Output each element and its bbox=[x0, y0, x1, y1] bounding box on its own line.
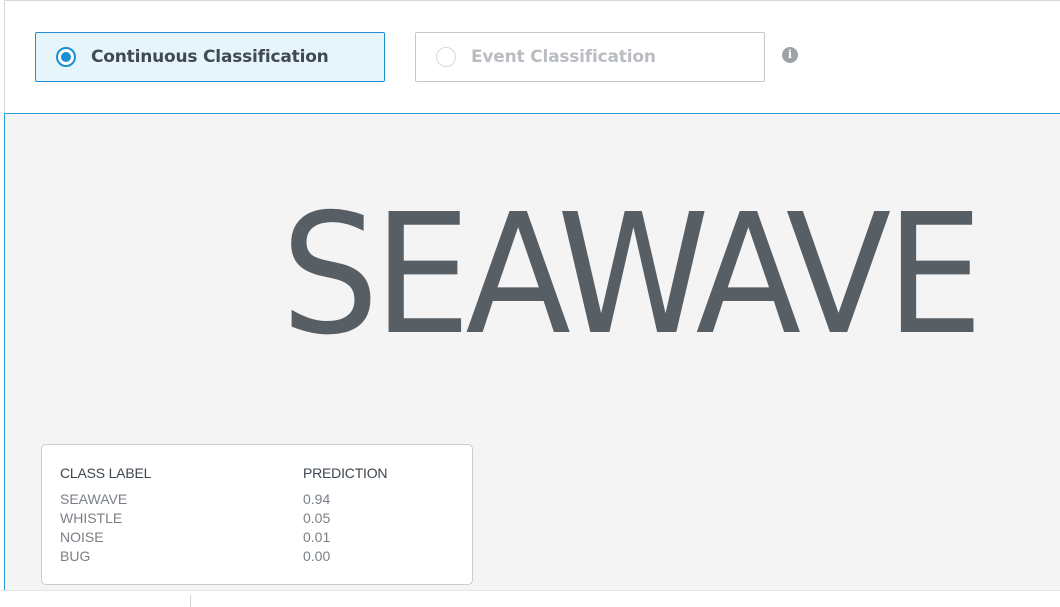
prediction-rows: SEAWAVE 0.94 WHISTLE 0.05 NOISE 0.01 BUG… bbox=[60, 491, 460, 567]
table-row: NOISE 0.01 bbox=[60, 529, 460, 548]
class-label-cell: NOISE bbox=[60, 529, 104, 545]
table-row: BUG 0.00 bbox=[60, 548, 460, 567]
class-label-header: CLASS LABEL bbox=[60, 465, 152, 481]
class-label-cell: BUG bbox=[60, 548, 91, 564]
class-label-cell: WHISTLE bbox=[60, 510, 123, 526]
prediction-cell: 0.05 bbox=[303, 510, 331, 526]
event-classification-label: Event Classification bbox=[471, 47, 656, 67]
continuous-classification-option[interactable]: Continuous Classification bbox=[35, 32, 385, 82]
class-label-cell: SEAWAVE bbox=[60, 491, 128, 507]
top-class-label: SEAWAVE bbox=[281, 179, 983, 372]
prediction-cell: 0.94 bbox=[303, 491, 331, 507]
bottom-bar bbox=[0, 590, 1060, 607]
prediction-cell: 0.00 bbox=[303, 548, 331, 564]
info-icon[interactable]: i bbox=[782, 47, 798, 63]
continuous-classification-label: Continuous Classification bbox=[91, 47, 329, 67]
classification-display-panel: SEAWAVE CLASS LABEL PREDICTION SEAWAVE 0… bbox=[4, 113, 1060, 590]
classification-page: Continuous Classification Event Classifi… bbox=[0, 0, 1060, 607]
prediction-cell: 0.01 bbox=[303, 529, 331, 545]
event-classification-option[interactable]: Event Classification bbox=[415, 32, 765, 82]
prediction-header: PREDICTION bbox=[303, 465, 388, 481]
bottom-divider bbox=[190, 595, 191, 607]
radio-selected-icon[interactable] bbox=[56, 47, 76, 67]
prediction-table: CLASS LABEL PREDICTION SEAWAVE 0.94 WHIS… bbox=[41, 444, 473, 585]
table-row: WHISTLE 0.05 bbox=[60, 510, 460, 529]
radio-unselected-icon[interactable] bbox=[436, 47, 456, 67]
table-row: SEAWAVE 0.94 bbox=[60, 491, 460, 510]
